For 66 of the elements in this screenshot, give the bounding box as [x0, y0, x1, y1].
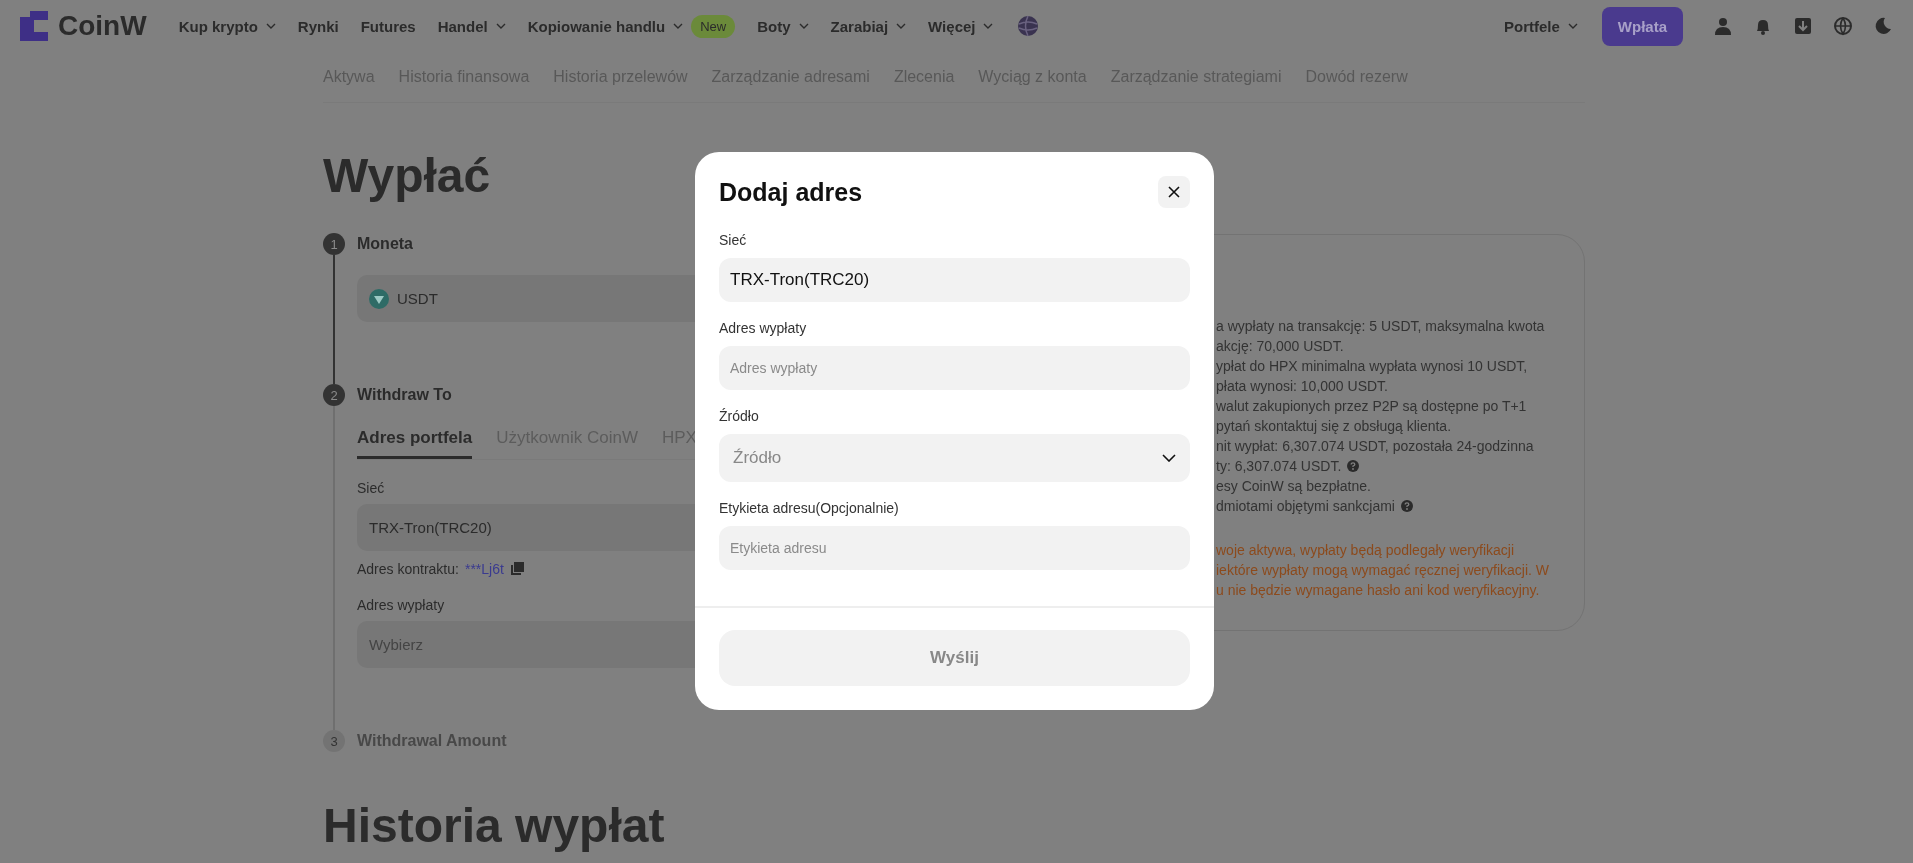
caret-icon	[896, 23, 907, 29]
input-field[interactable]: Etykieta adresu	[719, 526, 1190, 570]
step-number: 2	[323, 384, 345, 406]
field-label: Sieć	[719, 232, 748, 248]
field-label: Etykieta adresu(Opcjonalnie)	[719, 500, 900, 516]
caret-icon	[798, 23, 809, 29]
nav-menu-item[interactable]: Handel	[437, 17, 506, 35]
wallets-menu[interactable]: Portfele	[1503, 17, 1578, 35]
nav-menu-item[interactable]: Więcej	[928, 17, 994, 35]
coin-icon	[369, 288, 389, 309]
network-field[interactable]: TRX-Tron(TRC20)	[719, 258, 1190, 302]
note-text: iektóre wypłaty mogą wymagać ręcznej weryfikacji. W	[1216, 561, 1549, 580]
caret-icon	[495, 23, 506, 29]
nav-menu-item[interactable]: Rynki	[297, 17, 339, 35]
step-title: Moneta	[357, 234, 413, 254]
dialog-title: Dodaj adres	[719, 177, 863, 207]
moon-icon[interactable]	[1873, 16, 1893, 36]
input-field[interactable]: Adres wypłaty	[719, 346, 1190, 390]
close-icon	[1168, 186, 1180, 198]
source-select[interactable]: Źródło	[719, 434, 1190, 482]
nav-menu-item[interactable]: Futures	[360, 17, 416, 35]
note-text: woje aktywa, wypłaty będą podlegały weryfikacji	[1216, 541, 1515, 560]
step-title: Withdrawal Amount	[357, 731, 507, 751]
chevron-icon	[1162, 454, 1176, 462]
user-icon[interactable]	[1713, 16, 1733, 36]
withdraw-tab[interactable]: Adres portfela	[357, 426, 473, 459]
note-text: esy CoinW są bezpłatne.	[1216, 477, 1371, 496]
download-icon[interactable]	[1793, 16, 1813, 36]
nav-menu-item[interactable]: Boty	[757, 17, 809, 35]
contract-label: Adres kontraktu:	[357, 561, 459, 577]
deposit-button[interactable]: Wpłata	[1601, 6, 1683, 46]
nav-menu-item[interactable]: Kopiowanie handlu	[527, 17, 684, 35]
note-text: dmiotami objętymi sankcjami	[1216, 497, 1395, 516]
note-text: walut zakupionych przez P2P są dostępne po T+1	[1216, 397, 1527, 416]
caret-icon	[673, 23, 684, 29]
field-label: Sieć	[357, 480, 385, 496]
note-text: a wypłaty na transakcję: 5 USDT, maksymalna kwota	[1216, 317, 1545, 336]
field-label: Adres wypłaty	[357, 597, 445, 613]
logo-icon	[20, 11, 48, 41]
caret-icon	[265, 23, 276, 29]
page-title: Wypłać	[323, 148, 491, 203]
new-badge: New	[691, 14, 736, 38]
help-icon[interactable]	[1347, 460, 1360, 472]
note-text: akcję: 70,000 USDT.	[1216, 337, 1344, 356]
step-title: Withdraw To	[357, 385, 452, 405]
contract-address-link[interactable]: ***Lj6t	[464, 561, 504, 577]
caret-icon	[1567, 23, 1578, 29]
field-label: Źródło	[719, 408, 760, 424]
close-button[interactable]	[1158, 176, 1190, 208]
note-text: u nie będzie wymagane hasło ani kod weryfikacyjny.	[1216, 581, 1540, 600]
nav-menu-item[interactable]: Zarabiaj	[830, 17, 907, 35]
caret-icon	[983, 23, 994, 29]
field-label: Adres wypłaty	[719, 320, 808, 336]
globe-icon[interactable]	[1833, 16, 1853, 36]
copy-icon[interactable]	[509, 562, 524, 576]
section-title: Historia wypłat	[323, 800, 665, 853]
note-text: ypłat do HPX minimalna wypłata wynosi 10 USDT,	[1216, 357, 1528, 376]
note-text: nit wypłat: 6,307.074 USDT, pozostała 24-godzinna	[1216, 437, 1534, 456]
note-text: płata wynosi: 10,000 USDT.	[1216, 377, 1388, 396]
note-text: ty: 6,307.074 USDT.	[1216, 457, 1342, 476]
logo-wordmark[interactable]: CoinW	[58, 10, 147, 42]
note-text: pytań skontaktuj się z obsługą klienta.	[1216, 417, 1452, 436]
step-number: 1	[323, 233, 345, 255]
help-icon[interactable]	[1400, 500, 1413, 512]
nav-menu-item[interactable]: Kup krypto	[178, 17, 276, 35]
step-number: 3	[323, 730, 345, 752]
